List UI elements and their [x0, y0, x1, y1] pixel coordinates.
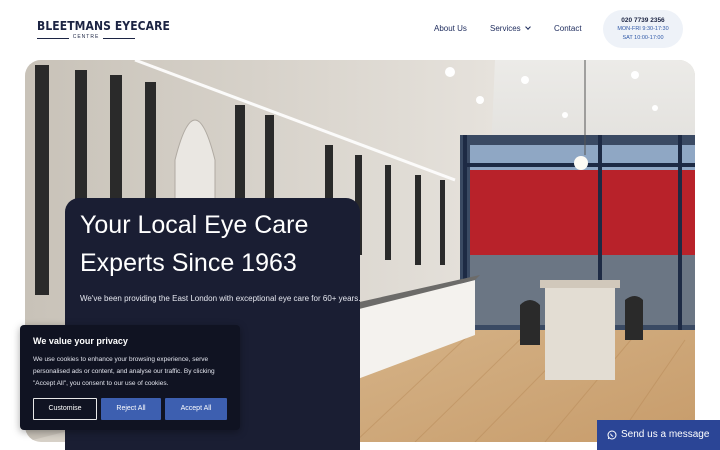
nav-services-label: Services [490, 24, 521, 33]
site-header: BLEETMANS EYECARE CENTRE About Us Servic… [0, 0, 720, 60]
send-message-button[interactable]: Send us a message [597, 420, 720, 450]
logo-subtitle-text: CENTRE [72, 34, 100, 40]
phone-number[interactable]: 020 7739 2356 [603, 16, 683, 25]
chevron-down-icon [524, 24, 531, 30]
logo[interactable]: BLEETMANS EYECARE CENTRE [37, 19, 171, 42]
whatsapp-icon [607, 430, 617, 440]
opening-hours-saturday: SAT 10:00-17:00 [622, 35, 664, 41]
logo-rule-right [103, 38, 135, 39]
cookie-title: We value your privacy [33, 336, 128, 346]
opening-hours-weekday: MON-FRI 9:30-17:30 [617, 26, 669, 32]
nav-about-us[interactable]: About Us [434, 24, 467, 34]
nav-contact[interactable]: Contact [554, 24, 582, 34]
accept-all-button[interactable]: Accept All [165, 398, 227, 420]
reject-all-button[interactable]: Reject All [101, 398, 161, 420]
logo-wordmark: BLEETMANS EYECARE [37, 19, 171, 33]
nav-services[interactable]: Services [490, 24, 531, 34]
hero-subtitle: We've been providing the East London wit… [80, 294, 361, 303]
page: BLEETMANS EYECARE CENTRE About Us Servic… [0, 0, 720, 450]
hero-heading-line-2: Experts Since 1963 [80, 249, 297, 277]
customise-button[interactable]: Customise [33, 398, 97, 420]
cookie-description: We use cookies to enhance your browsing … [33, 356, 215, 387]
send-message-label: Send us a message [621, 429, 710, 440]
contact-info-badge[interactable]: 020 7739 2356 MON-FRI 9:30-17:30 SAT 10:… [603, 10, 683, 48]
hero-heading-line-1: Your Local Eye Care [80, 211, 309, 239]
hero-heading: Your Local Eye Care Experts Since 1963 [80, 206, 350, 282]
logo-subtitle: CENTRE [37, 34, 135, 41]
